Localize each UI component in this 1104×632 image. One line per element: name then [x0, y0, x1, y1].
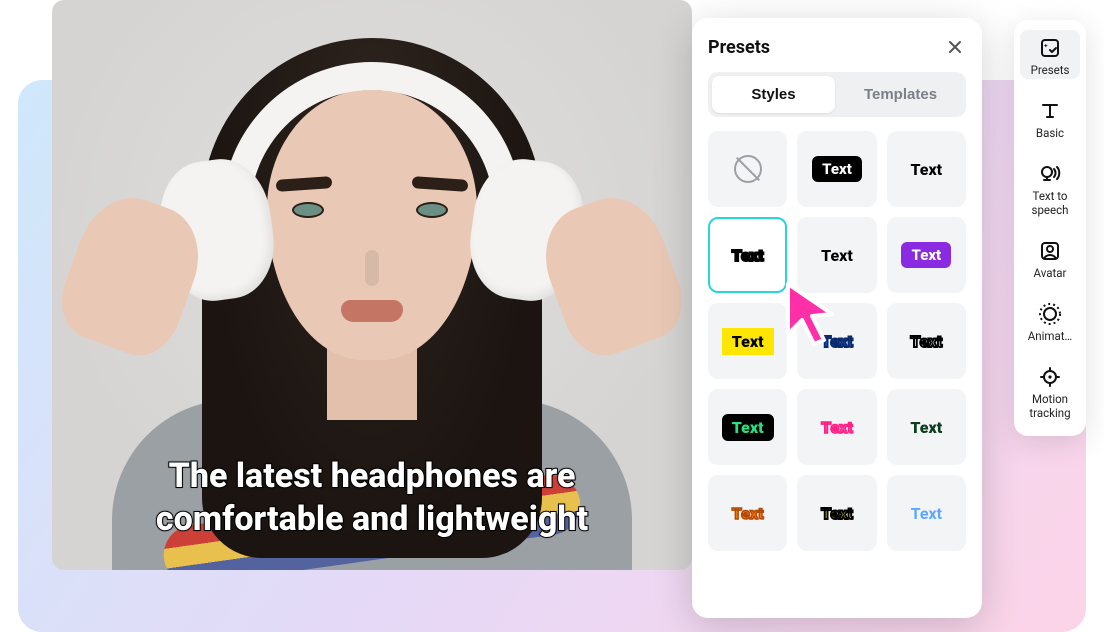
style-tile-plain-black[interactable]: Text: [887, 131, 966, 207]
style-tile-light-blue[interactable]: Text: [887, 475, 966, 551]
style-swatch: Text: [910, 332, 942, 351]
presets-icon: [1038, 36, 1062, 60]
tab-switch: Styles Templates: [708, 72, 966, 117]
sidebar-item-label: Presets: [1020, 64, 1080, 77]
style-swatch: Text: [821, 332, 853, 351]
sidebar-item-label: Animat…: [1020, 330, 1080, 343]
style-tile-yellow-black[interactable]: Text: [708, 303, 787, 379]
animate-icon: [1038, 302, 1062, 326]
style-tile-yellow-blackout[interactable]: Text: [797, 475, 876, 551]
style-tile-orange-outline[interactable]: Text: [708, 475, 787, 551]
panel-header: Presets: [708, 36, 966, 58]
style-swatch: Text: [911, 504, 942, 523]
presets-panel: Presets Styles Templates Text Text Text …: [692, 18, 982, 618]
sidebar-item-label: Avatar: [1020, 267, 1080, 280]
sidebar-item-avatar[interactable]: Avatar: [1020, 233, 1080, 282]
sidebar-item-label: Motion tracking: [1020, 393, 1080, 419]
sidebar-item-motion-tracking[interactable]: Motion tracking: [1020, 359, 1080, 421]
avatar-icon: [1038, 239, 1062, 263]
style-tile-blue-outline[interactable]: Text: [797, 303, 876, 379]
style-tile-center-black[interactable]: Text: [797, 217, 876, 293]
style-tile-outline-black[interactable]: Text: [708, 217, 787, 293]
style-tile-dark-green[interactable]: Text: [887, 389, 966, 465]
sidebar-item-animate[interactable]: Animat…: [1020, 296, 1080, 345]
caption-text[interactable]: The latest headphones are comfortable an…: [84, 455, 660, 540]
tab-templates[interactable]: Templates: [839, 76, 962, 113]
illustration-lips: [341, 300, 403, 322]
close-icon[interactable]: [944, 36, 966, 58]
style-tile-none[interactable]: [708, 131, 787, 207]
style-tile-white-blackout[interactable]: Text: [887, 303, 966, 379]
style-tile-purple-pill[interactable]: Text: [887, 217, 966, 293]
style-tile-black-pill[interactable]: Text: [797, 131, 876, 207]
speech-icon: [1038, 162, 1062, 186]
style-swatch: Text: [821, 246, 853, 265]
sidebar-item-basic[interactable]: Basic: [1020, 93, 1080, 142]
style-swatch: Text: [732, 504, 764, 523]
style-swatch: Text: [722, 328, 774, 355]
video-canvas[interactable]: The latest headphones are comfortable an…: [52, 0, 692, 570]
style-tile-green-on-dark[interactable]: Text: [708, 389, 787, 465]
panel-title: Presets: [708, 37, 770, 58]
text-icon: [1038, 99, 1062, 123]
sidebar-item-label: Basic: [1020, 127, 1080, 140]
style-swatch: Text: [812, 156, 862, 182]
sidebar-item-tts[interactable]: Text to speech: [1020, 156, 1080, 218]
tab-styles[interactable]: Styles: [712, 76, 835, 113]
target-icon: [1038, 365, 1062, 389]
style-swatch: Text: [821, 418, 853, 437]
right-sidebar: Presets Basic Text to speech Avatar Anim…: [1014, 20, 1086, 436]
none-icon: [734, 155, 762, 183]
style-swatch: Text: [732, 246, 764, 265]
style-grid: Text Text Text Text Text Text Text Text …: [708, 131, 966, 551]
style-swatch: Text: [722, 414, 774, 441]
style-swatch: Text: [821, 504, 853, 523]
style-tile-pink-outline[interactable]: Text: [797, 389, 876, 465]
sidebar-item-label: Text to speech: [1020, 190, 1080, 216]
style-swatch: Text: [910, 418, 942, 437]
style-swatch: Text: [911, 160, 943, 179]
sidebar-item-presets[interactable]: Presets: [1020, 30, 1080, 79]
style-swatch: Text: [901, 242, 951, 268]
